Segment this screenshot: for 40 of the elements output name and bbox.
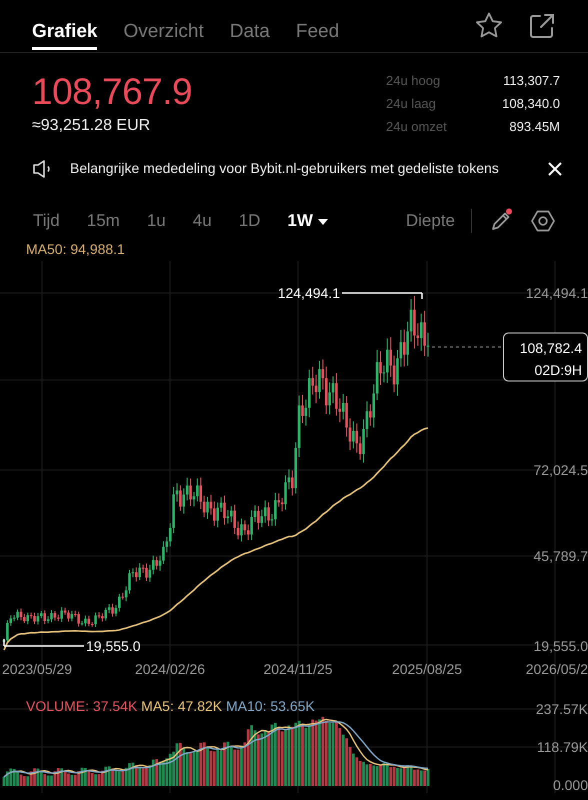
timeframe-tab[interactable]: 1W (287, 208, 329, 234)
tab[interactable]: Overzicht (123, 0, 204, 52)
tab[interactable]: Grafiek (32, 0, 98, 52)
tab[interactable]: Data (230, 0, 270, 52)
price-axis-label: 124,494.1 (526, 285, 588, 301)
timeframe-tab[interactable]: 1u (146, 208, 166, 234)
volume-legend-text: MA10: 53.65K (226, 698, 315, 714)
date-axis-label: 2023/05/29 (2, 661, 72, 677)
low-price-label: 19,555.0 (86, 638, 140, 654)
volume-axis-label: 0.000 (552, 777, 588, 793)
timeframe-tab[interactable]: 4u (192, 208, 212, 234)
stat-value: 893.45M (508, 118, 560, 136)
stat-label: 24u omzet (386, 118, 448, 136)
volume-axis-label: 118.79K (536, 739, 588, 755)
volume-legend-text: VOLUME: 37.54K (26, 698, 138, 714)
depth-button[interactable]: Diepte (406, 208, 455, 234)
stat-label: 24u hoog (386, 72, 442, 90)
timeframe-tab[interactable]: 1D (238, 208, 260, 234)
stat-label: 24u laag (386, 95, 437, 113)
volume-legend-text: MA5: 47.82K (141, 698, 222, 714)
timeframe-tab[interactable]: 15m (86, 208, 120, 234)
current-price-label: 108,782.4 (520, 340, 582, 356)
tab[interactable]: Feed (296, 0, 340, 52)
candle-countdown-label: 02D:9H (534, 362, 582, 378)
date-axis-label: 2024/02/26 (134, 661, 206, 677)
timeframe-tab[interactable]: Tijd (33, 208, 60, 234)
announcement-text[interactable]: Belangrijke mededeling voor Bybit.nl-gebruikers met gedeliste tokens (70, 158, 499, 179)
volume-axis-label: 237.57K (536, 701, 588, 717)
high-price-label: 124,494.1 (278, 285, 340, 301)
date-axis-label: 2026/05/2 (526, 661, 588, 677)
ma-legend: MA50: 94,988.1 (0, 239, 588, 261)
fiat-price: ≈93,251.28 EUR (32, 116, 152, 136)
stat-value: 113,307.7 (502, 72, 560, 90)
date-axis-label: 2025/08/25 (392, 661, 462, 677)
last-price: 108,767.9 (32, 73, 192, 110)
price-axis-label: 45,789.7 (534, 548, 588, 564)
stat-value: 108,340.0 (501, 95, 560, 113)
price-axis-label: 19,555.0 (534, 638, 588, 654)
date-axis-label: 2024/11/25 (263, 661, 333, 677)
price-axis-label: 72,024.5 (534, 462, 588, 478)
